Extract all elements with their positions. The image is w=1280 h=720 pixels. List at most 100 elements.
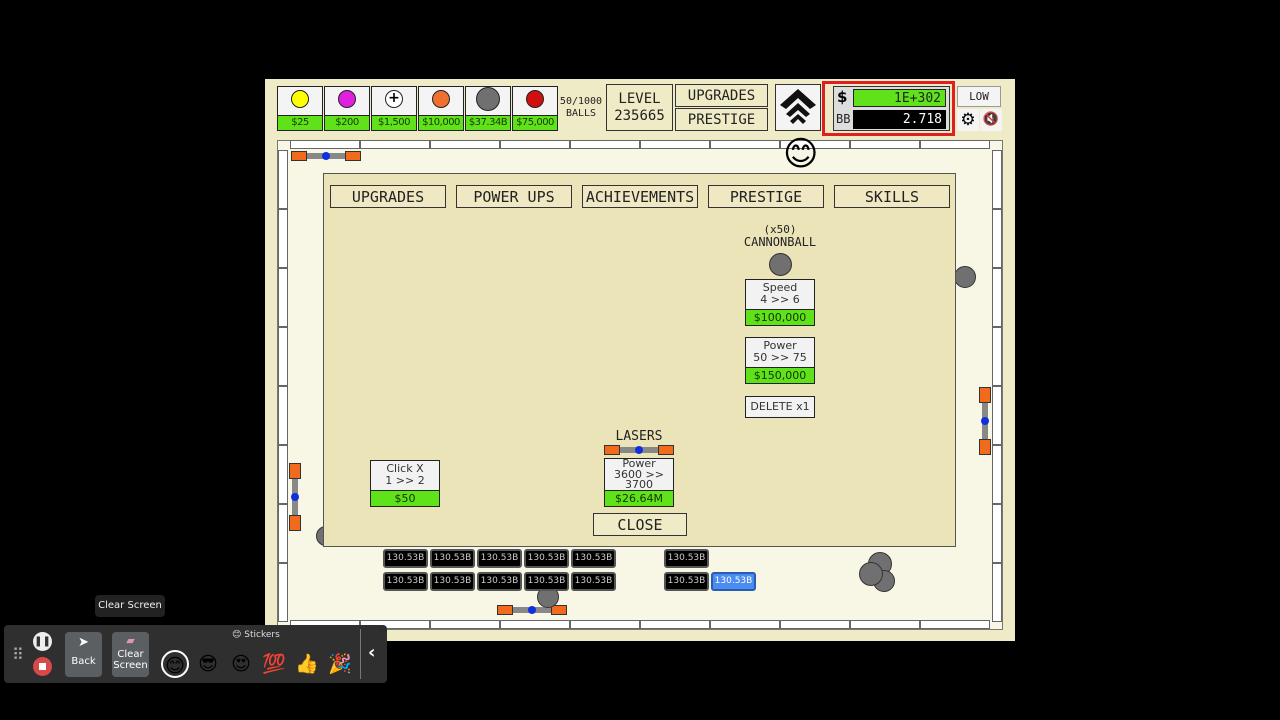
yellow-ball-icon xyxy=(291,90,309,108)
delete-ball-button[interactable]: DELETE x1 xyxy=(745,396,815,418)
speed-price: $100,000 xyxy=(746,309,814,325)
wall-segment xyxy=(780,620,850,629)
laser-paddle-vertical xyxy=(979,387,991,455)
brick[interactable]: 130.53B xyxy=(383,572,428,591)
sticker-button[interactable]: 😎 xyxy=(194,650,222,678)
click-upgrade-button[interactable]: Click X1 >> 2 $50 xyxy=(370,460,440,507)
speed-upgrade-button[interactable]: Speed 4 >> 6 $100,000 xyxy=(745,279,815,326)
brick[interactable]: 130.53B xyxy=(477,549,522,568)
cannonball-icon xyxy=(769,253,792,276)
brick[interactable]: 130.53B xyxy=(524,549,569,568)
wall-segment xyxy=(920,620,990,629)
mute-icon[interactable]: 🔇 xyxy=(980,109,1002,131)
wall-segment xyxy=(430,140,500,149)
wall-segment xyxy=(992,268,1002,327)
brick[interactable]: 130.53B xyxy=(524,572,569,591)
wall-segment xyxy=(992,445,1002,504)
laser-paddle-vertical xyxy=(289,463,301,531)
prestige-button[interactable]: PRESTIGE xyxy=(675,108,768,131)
wall-segment xyxy=(992,209,1002,268)
shop-orange-ball-button[interactable]: $10,000 xyxy=(418,86,464,131)
laser-power-label: Power 3600 >> 3700 xyxy=(614,459,664,490)
wall-segment xyxy=(992,386,1002,445)
brick[interactable]: 130.53B xyxy=(477,572,522,591)
stop-icon[interactable] xyxy=(33,657,52,676)
tab-prestige[interactable]: PRESTIGE xyxy=(708,185,824,208)
pause-icon[interactable]: ❚❚ xyxy=(33,632,52,651)
brick[interactable]: 130.53B xyxy=(711,572,756,591)
wall-segment xyxy=(290,140,360,149)
wall-segment xyxy=(992,150,1002,209)
speed-label: Speed 4 >> 6 xyxy=(760,281,800,306)
click-price: $50 xyxy=(371,490,439,506)
shop-plus-ball-button[interactable]: + $1,500 xyxy=(371,86,417,131)
wall-segment xyxy=(500,620,570,629)
orange-ball-icon xyxy=(432,90,450,108)
shop-pink-ball-button[interactable]: $200 xyxy=(324,86,370,131)
sticker-button[interactable]: 🎉 xyxy=(326,650,354,678)
wall-segment xyxy=(278,445,288,504)
click-label: Click X1 >> 2 xyxy=(385,462,425,487)
close-button[interactable]: CLOSE xyxy=(593,513,687,536)
quality-toggle[interactable]: LOW xyxy=(957,86,1001,107)
tab-skills[interactable]: SKILLS xyxy=(834,185,950,208)
lasers-title: LASERS xyxy=(615,429,663,444)
bb-value: 2.718 xyxy=(853,110,946,129)
laser-paddle xyxy=(497,605,567,615)
clear-screen-button[interactable]: ▰ Clear Screen xyxy=(112,632,149,677)
blush-sticker: 😊 xyxy=(783,134,819,174)
brick[interactable]: 130.53B xyxy=(383,549,428,568)
wall-segment xyxy=(278,150,288,209)
sticker-button[interactable]: 👍 xyxy=(293,650,321,678)
balls-label: BALLS xyxy=(565,108,597,119)
collapse-chevron-icon[interactable]: ‹ xyxy=(368,642,375,663)
cannonball-title: CANNONBALL xyxy=(743,235,817,249)
wall-segment xyxy=(992,327,1002,386)
wall-segment xyxy=(500,140,570,149)
level-label: LEVEL xyxy=(618,91,661,107)
brick[interactable]: 130.53B xyxy=(571,549,616,568)
sticker-button[interactable]: 😍 xyxy=(227,650,255,678)
tab-achievements[interactable]: ACHIEVEMENTS xyxy=(582,185,698,208)
tab-upgrades[interactable]: UPGRADES xyxy=(330,185,446,208)
brick[interactable]: 130.53B xyxy=(430,572,475,591)
wall-segment xyxy=(570,620,640,629)
brick[interactable]: 130.53B xyxy=(571,572,616,591)
balls-count: 50/1000 xyxy=(559,96,603,107)
shop-nuke-ball-button[interactable]: $75,000 xyxy=(512,86,558,131)
drag-handle-icon[interactable]: ⠿ xyxy=(12,645,24,664)
wall-segment xyxy=(920,140,990,149)
tab-power-ups[interactable]: POWER UPS xyxy=(456,185,572,208)
level-value: 235665 xyxy=(614,108,665,124)
shop-price: $1,500 xyxy=(372,115,416,130)
sticker-button[interactable]: 💯 xyxy=(260,650,288,678)
shop-price: $25 xyxy=(278,115,322,130)
laser-power-upgrade-button[interactable]: Power 3600 >> 3700 $26.64M xyxy=(604,458,674,507)
shop-price: $10,000 xyxy=(419,115,463,130)
wall-segment xyxy=(710,620,780,629)
wall-segment xyxy=(278,386,288,445)
power-upgrade-button[interactable]: Power 50 >> 75 $150,000 xyxy=(745,337,815,384)
brick[interactable]: 130.53B xyxy=(664,572,709,591)
wall-segment xyxy=(570,140,640,149)
wall-segment xyxy=(992,563,1002,622)
chevrons-up-icon xyxy=(780,89,816,124)
sticker-button[interactable]: 😊 xyxy=(161,650,189,678)
rank-up-button[interactable] xyxy=(775,84,821,131)
power-label: Power 50 >> 75 xyxy=(753,339,807,364)
eraser-icon: ▰ xyxy=(126,634,135,647)
back-button[interactable]: ➤ Back xyxy=(65,632,102,677)
wall-segment xyxy=(992,504,1002,563)
brick[interactable]: 130.53B xyxy=(664,549,709,568)
shop-yellow-ball-button[interactable]: $25 xyxy=(277,86,323,131)
shop-cannon-ball-button[interactable]: $37.34B xyxy=(465,86,511,131)
cursor-icon: ➤ xyxy=(78,635,89,650)
wall-segment xyxy=(850,140,920,149)
gear-icon[interactable]: ⚙ xyxy=(957,109,979,131)
wall-segment xyxy=(430,620,500,629)
pink-ball-icon xyxy=(338,90,356,108)
upgrades-button[interactable]: UPGRADES xyxy=(675,84,768,107)
recording-toolbar: ⠿ ❚❚ ➤ Back ▰ Clear Screen 😊 Stickers 😊 😎 😍 💯… xyxy=(4,625,387,683)
wall-segment xyxy=(850,620,920,629)
brick[interactable]: 130.53B xyxy=(430,549,475,568)
